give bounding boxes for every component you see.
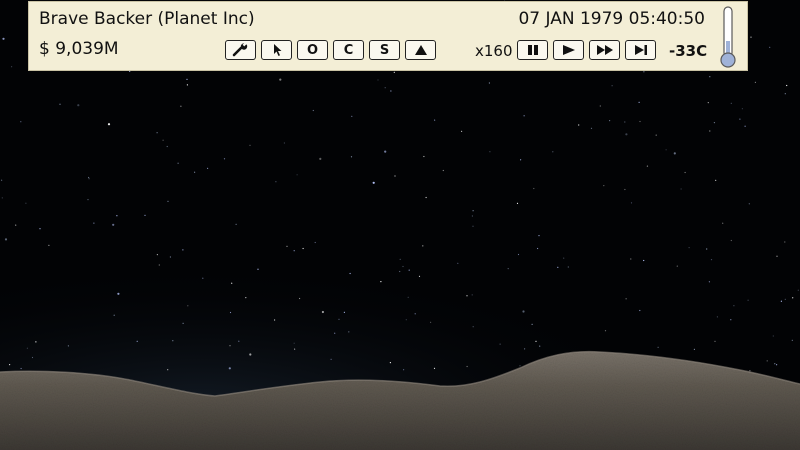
tool-buttons: O C S [225, 40, 436, 60]
fast-forward-icon [596, 45, 613, 55]
skip-forward-icon [634, 45, 647, 55]
triangle-up-icon [414, 45, 427, 55]
thermometer-icon [720, 6, 736, 68]
play-button[interactable] [553, 40, 584, 60]
wrench-icon [232, 43, 247, 57]
game-viewport[interactable]: Brave Backer (Planet Inc) $ 9,039M 07 JA… [0, 0, 800, 450]
o-tool-label: O [306, 42, 319, 58]
date-time-readout: 07 JAN 1979 05:40:50 [518, 9, 705, 29]
cursor-icon [273, 44, 281, 56]
temperature-readout: -33C [669, 42, 708, 60]
status-bar: Brave Backer (Planet Inc) $ 9,039M 07 JA… [28, 1, 748, 71]
s-tool-label: S [379, 42, 390, 58]
company-name: Brave Backer (Planet Inc) [39, 9, 255, 29]
triangle-tool-button[interactable] [405, 40, 436, 60]
s-tool-button[interactable]: S [369, 40, 400, 60]
fast-forward-button[interactable] [589, 40, 620, 60]
play-icon [562, 45, 575, 55]
c-tool-button[interactable]: C [333, 40, 364, 60]
c-tool-label: C [343, 42, 354, 58]
pause-button[interactable] [517, 40, 548, 60]
wrench-tool-button[interactable] [225, 40, 256, 60]
skip-button[interactable] [625, 40, 656, 60]
speed-controls [517, 40, 656, 60]
game-speed-readout: x160 [475, 42, 513, 60]
o-tool-button[interactable]: O [297, 40, 328, 60]
money-readout: $ 9,039M [39, 39, 119, 59]
select-tool-button[interactable] [261, 40, 292, 60]
pause-icon [527, 45, 538, 55]
